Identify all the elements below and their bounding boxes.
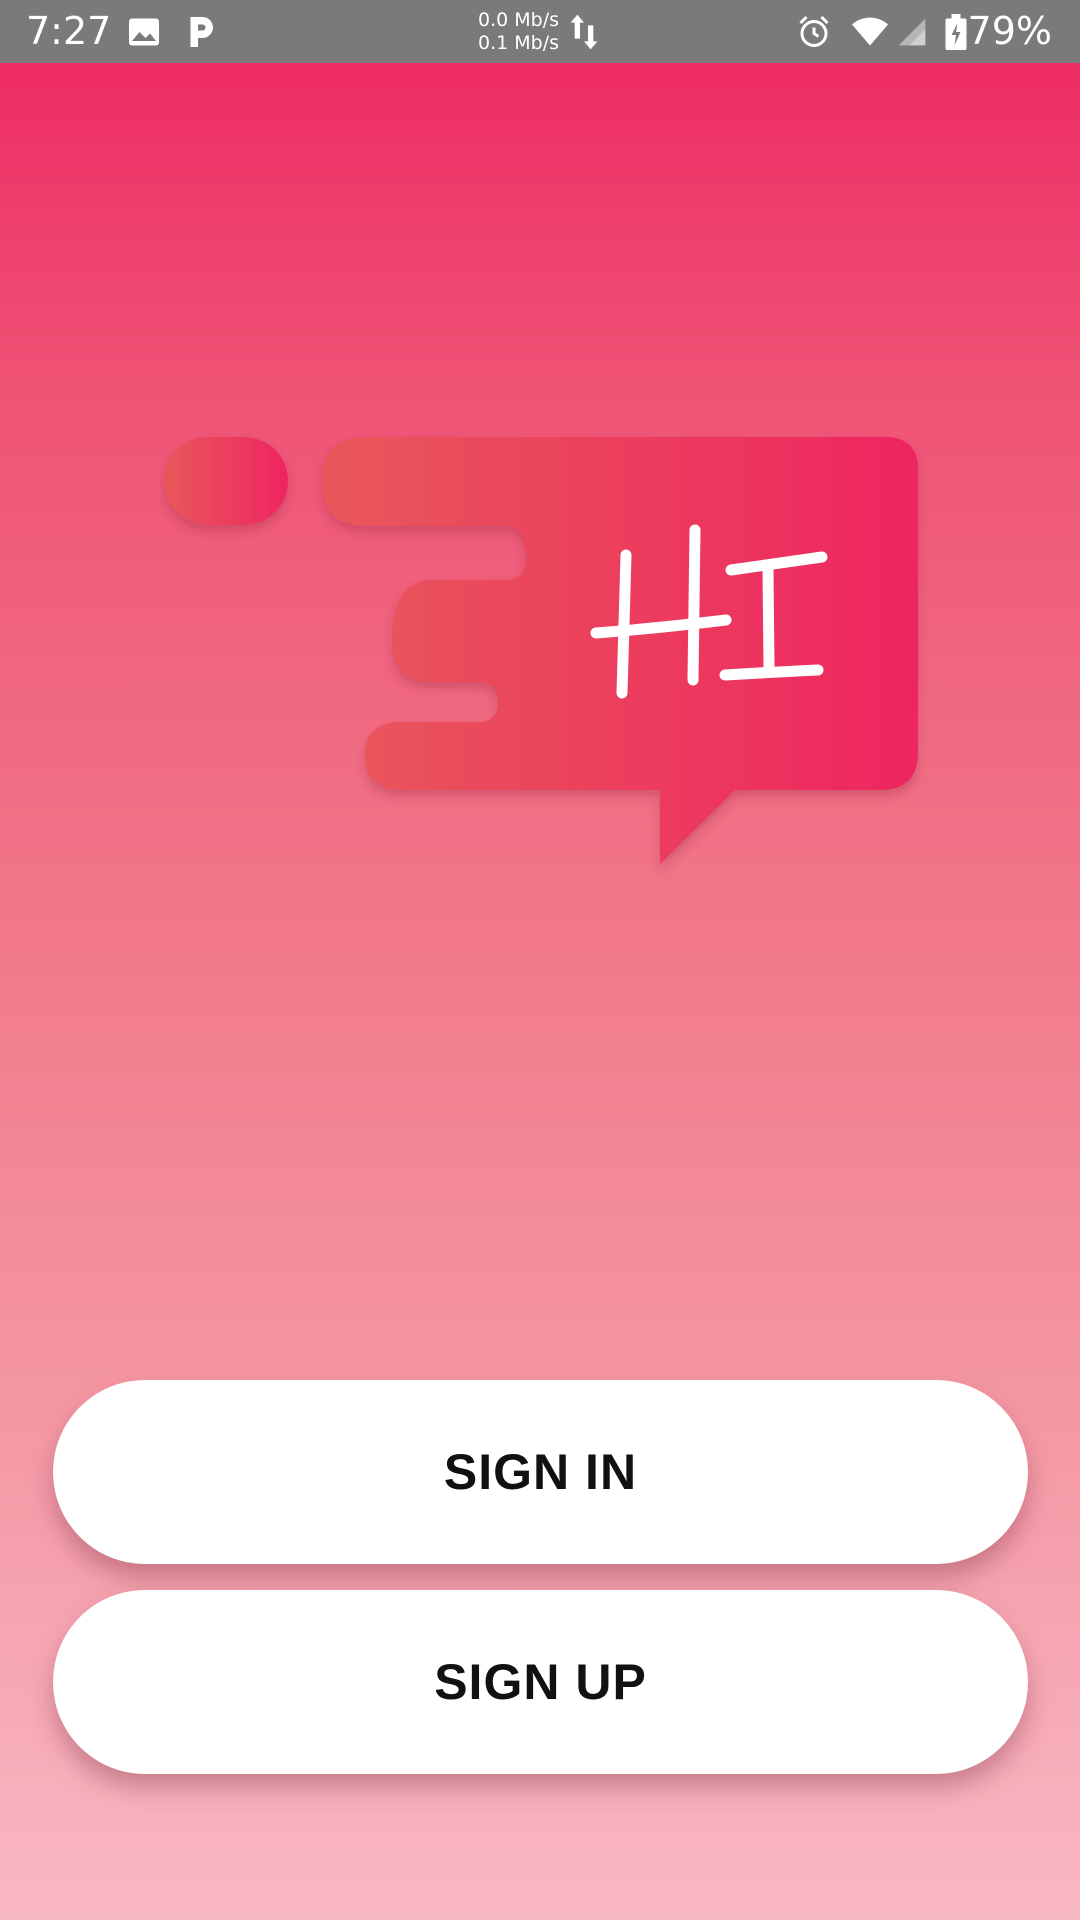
status-bar: 7:27 0.0 Mb/s 0.1 Mb/s 79% <box>0 0 1080 63</box>
sign-in-label: SIGN IN <box>443 1444 638 1500</box>
alarm-icon <box>799 15 829 47</box>
battery-charging-icon <box>945 14 967 50</box>
sign-up-button[interactable]: SIGN UP <box>53 1590 1028 1774</box>
p-app-icon <box>190 17 213 47</box>
sign-in-button[interactable]: SIGN IN <box>53 1380 1028 1564</box>
network-down-speed: 0.1 Mb/s <box>478 32 560 54</box>
network-up-speed: 0.0 Mb/s <box>478 9 560 31</box>
network-speed: 0.0 Mb/s 0.1 Mb/s <box>478 9 559 55</box>
speed-pill-shape <box>164 437 288 525</box>
wifi-icon <box>852 17 888 46</box>
sign-up-label: SIGN UP <box>434 1654 647 1710</box>
data-arrows-icon <box>570 14 598 50</box>
signal-icon <box>898 18 926 46</box>
image-icon <box>129 18 159 46</box>
hi-chat-logo: HI <box>164 437 918 864</box>
status-time: 7:27 <box>26 9 112 53</box>
battery-percentage: 79% <box>967 9 1052 53</box>
